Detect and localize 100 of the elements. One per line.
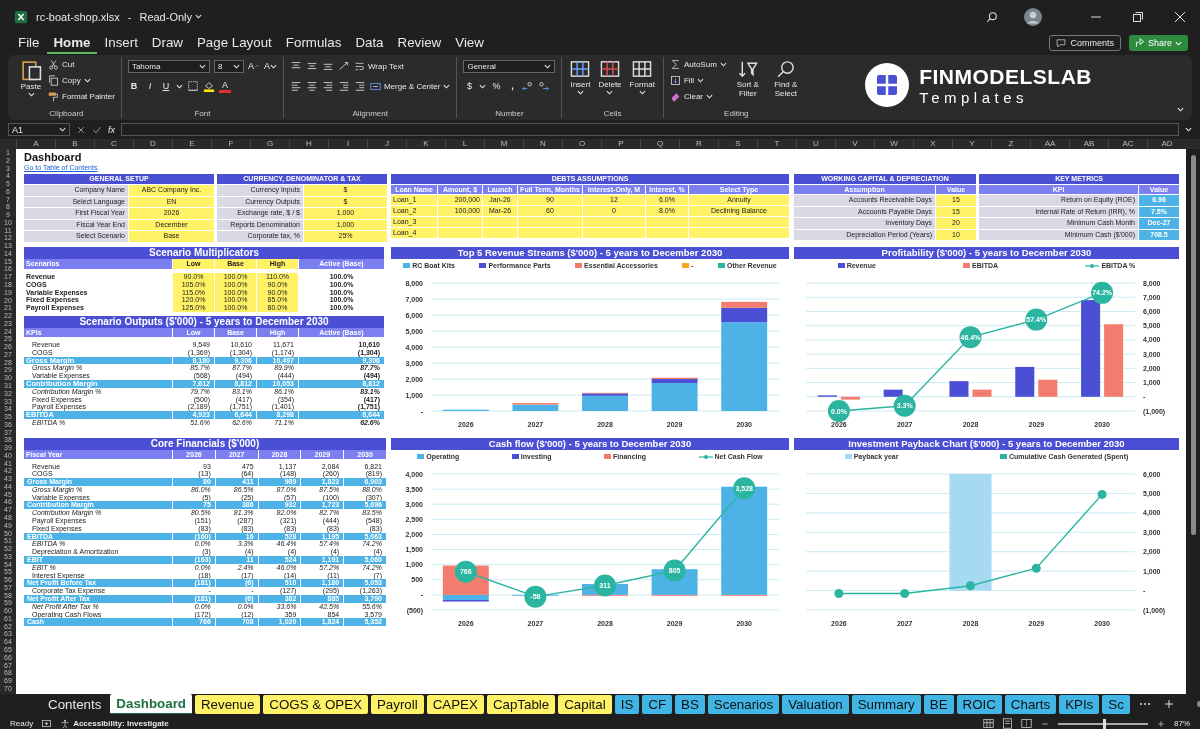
number-format-field[interactable]: General: [463, 59, 556, 73]
formula-input[interactable]: [121, 123, 1179, 136]
caret-icon: [706, 93, 713, 99]
menu-tab[interactable]: Formulas: [279, 32, 348, 54]
menu-tab[interactable]: Data: [349, 32, 390, 54]
sheet-tab[interactable]: IS: [614, 694, 640, 714]
caret-icon: [232, 63, 240, 69]
percent-button[interactable]: %: [490, 79, 503, 93]
sheet-tab[interactable]: Valuation: [782, 694, 849, 714]
chart-bar: [972, 389, 992, 397]
caret-icon: [479, 83, 487, 89]
chart-title: Top 5 Revenue Streams ($'000) - 5 years to December 2030: [391, 246, 789, 259]
sheet-tab[interactable]: Dashboard: [110, 694, 192, 714]
sheet-tab[interactable]: Payroll: [370, 694, 424, 714]
enter-icon: [92, 124, 102, 135]
input-cell: [483, 217, 517, 227]
sheet-tab[interactable]: Revenue: [195, 694, 261, 714]
cells-button[interactable]: Insert: [568, 57, 593, 97]
name-box[interactable]: A1: [8, 123, 70, 136]
format-painter-button[interactable]: Format Painter: [48, 89, 115, 103]
caret-icon: [83, 77, 91, 83]
zoom-level[interactable]: 87%: [1174, 719, 1190, 728]
font-color-button[interactable]: A: [218, 79, 231, 93]
increase-decimal-icon: [522, 80, 535, 92]
data-point: [900, 588, 910, 598]
sheet-tab[interactable]: CAPEX: [426, 694, 484, 714]
menu-tab[interactable]: Page Layout: [190, 32, 278, 54]
title-separator: -: [127, 10, 132, 23]
decrease-font-button[interactable]: A: [263, 59, 277, 73]
scissors-icon: [48, 58, 59, 70]
decrease-decimal-icon: [538, 80, 551, 92]
zoom-slider-thumb[interactable]: [1103, 718, 1106, 729]
accessibility-button[interactable]: Accessibility: Investigate: [60, 716, 169, 729]
sheet-tab[interactable]: CapTable: [486, 694, 556, 714]
add-sheet-icon[interactable]: [1163, 699, 1174, 709]
caret-icon: [606, 90, 614, 95]
chart-bar: [817, 394, 837, 397]
up-caret-icon: [253, 63, 260, 69]
menu-tab[interactable]: Draw: [145, 32, 189, 54]
cells-button[interactable]: Delete: [596, 57, 624, 97]
caret-icon: [175, 83, 183, 89]
cells-button[interactable]: Format: [627, 57, 657, 97]
italic-button[interactable]: I: [143, 79, 156, 93]
font-size-field[interactable]: 8: [213, 59, 244, 73]
menu-tab[interactable]: Home: [47, 32, 97, 54]
sheet-tab[interactable]: KPIs: [1059, 694, 1100, 714]
middle-align-icon: [305, 60, 318, 72]
caret-icon: [576, 90, 584, 95]
currency-button[interactable]: $: [463, 79, 476, 93]
input-cell: [518, 217, 582, 227]
sheet-tab[interactable]: BS: [675, 694, 705, 714]
sheet-tab[interactable]: CF: [642, 694, 673, 714]
sheet-tab[interactable]: Scenarios: [707, 694, 780, 714]
menu-tab[interactable]: Review: [391, 32, 448, 54]
close-icon[interactable]: [1174, 10, 1186, 23]
comma-button[interactable]: ,: [506, 79, 519, 93]
caret-icon: [443, 83, 451, 89]
sheet-tab[interactable]: Contents: [42, 694, 108, 714]
restore-icon[interactable]: [1132, 10, 1144, 23]
sheet-tab[interactable]: ROIC: [956, 694, 1002, 714]
copy-button[interactable]: Copy: [48, 73, 115, 87]
merge-icon: [369, 80, 381, 92]
brush-icon: [48, 90, 59, 102]
increase-font-button[interactable]: A: [247, 59, 260, 73]
fill-button[interactable]: Fill: [669, 73, 727, 87]
read-only-dropdown[interactable]: Read-Only: [139, 10, 202, 23]
input-cell: [483, 228, 517, 238]
sort-filter-button[interactable]: Sort & Filter: [730, 57, 765, 100]
sheet-tab[interactable]: COGS & OPEX: [263, 694, 368, 714]
cut-button[interactable]: Cut: [48, 57, 115, 71]
sheet-tab[interactable]: Sc: [1102, 694, 1130, 714]
sheet-tab[interactable]: BE: [923, 694, 954, 714]
sheet-tab[interactable]: Summary: [851, 694, 921, 714]
insert-function-button[interactable]: fx: [108, 124, 115, 135]
scrollbar-thumb[interactable]: [1190, 155, 1196, 535]
sheet-tab[interactable]: Capital: [558, 694, 612, 714]
comments-button[interactable]: Comments: [1049, 35, 1121, 51]
underline-button[interactable]: U: [159, 79, 172, 93]
merge-center-button[interactable]: Merge & Center: [369, 79, 451, 93]
avatar-icon[interactable]: [1024, 7, 1042, 26]
clear-button[interactable]: Clear: [669, 89, 727, 103]
wrap-text-button[interactable]: Wrap Text: [353, 59, 404, 73]
input-cell: [646, 228, 688, 238]
chart-bar: [1015, 366, 1035, 397]
autosum-button[interactable]: AutoSum: [669, 57, 727, 71]
menu-tab[interactable]: Insert: [98, 32, 144, 54]
data-point: [1097, 489, 1107, 499]
data-point: [827, 399, 850, 422]
decrease-indent-icon: [337, 80, 350, 92]
cancel-icon: [76, 124, 86, 135]
paste-button[interactable]: Paste: [18, 57, 44, 99]
data-point: [663, 559, 686, 582]
find-select-button[interactable]: Find & Select: [768, 57, 803, 100]
font-family-field[interactable]: Tahoma: [127, 59, 210, 73]
share-button[interactable]: Share: [1128, 35, 1188, 51]
chart-bar: [840, 396, 860, 400]
menu-tab[interactable]: File: [12, 32, 46, 54]
menu-tab[interactable]: View: [449, 32, 490, 54]
bold-button[interactable]: B: [127, 79, 140, 93]
sheet-tab[interactable]: Charts: [1004, 694, 1057, 714]
